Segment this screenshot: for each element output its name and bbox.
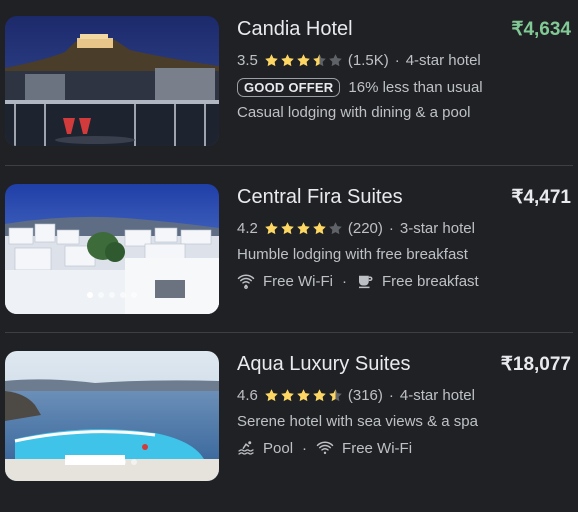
- separator: ·: [302, 439, 308, 457]
- star-full-icon: [313, 222, 326, 235]
- rating-value: 4.2: [237, 220, 258, 237]
- carousel-dot[interactable]: [120, 459, 126, 465]
- star-full-icon: [297, 54, 310, 67]
- amenity-label: Free breakfast: [382, 272, 479, 290]
- hotel-card[interactable]: Central Fira Suites ₹4,471 4.2 (220) · 3…: [0, 184, 578, 314]
- amenity-label: Free Wi-Fi: [342, 439, 413, 457]
- star-full-icon: [265, 389, 278, 402]
- amenities-row: Pool · Free Wi-Fi: [237, 439, 412, 457]
- carousel-dot[interactable]: [98, 292, 104, 298]
- hotel-price: ₹4,634: [511, 19, 571, 40]
- hotel-description: Serene hotel with sea views & a spa: [237, 413, 478, 430]
- carousel-dot[interactable]: [120, 292, 126, 298]
- carousel-dot[interactable]: [109, 292, 115, 298]
- star-rating: [264, 53, 344, 68]
- review-count: (220): [347, 220, 383, 237]
- hotel-photo[interactable]: [5, 351, 219, 481]
- hotel-price: ₹4,471: [511, 187, 571, 208]
- photo-carousel-dots[interactable]: [5, 292, 219, 298]
- star-empty-icon: [329, 222, 342, 235]
- carousel-dot[interactable]: [87, 459, 93, 465]
- pool-icon: [238, 441, 254, 455]
- breakfast-icon: [359, 275, 373, 289]
- rating-value: 3.5: [237, 52, 258, 69]
- review-count: (316): [347, 387, 383, 404]
- rating-row: 4.6 (316) · 4-star hotel: [237, 387, 475, 404]
- star-empty-icon: [329, 54, 342, 67]
- star-rating: [264, 221, 344, 236]
- rating-value: 4.6: [237, 387, 258, 404]
- amenity-label: Pool: [263, 439, 294, 457]
- photo-carousel-dots[interactable]: [5, 459, 219, 465]
- star-full-icon: [281, 222, 294, 235]
- divider: [5, 332, 573, 333]
- star-full-icon: [265, 222, 278, 235]
- amenities-row: Free Wi-Fi · Free breakfast: [237, 272, 479, 290]
- star-half-icon: [313, 54, 326, 67]
- star-full-icon: [281, 54, 294, 67]
- hotel-photo[interactable]: [5, 184, 219, 314]
- offer-row: GOOD OFFER 16% less than usual: [237, 78, 483, 97]
- offer-text: 16% less than usual: [348, 79, 483, 96]
- separator: ·: [388, 220, 394, 237]
- hotel-price: ₹18,077: [500, 354, 571, 375]
- hotel-description: Humble lodging with free breakfast: [237, 246, 468, 263]
- hotel-class: 3-star hotel: [399, 220, 475, 237]
- hotel-description: Casual lodging with dining & a pool: [237, 104, 471, 121]
- hotel-card[interactable]: Candia Hotel ₹4,634 3.5 (1.5K) · 4-star …: [0, 16, 578, 146]
- star-full-icon: [297, 389, 310, 402]
- divider: [5, 165, 573, 166]
- separator: ·: [342, 272, 347, 290]
- star-full-icon: [313, 389, 326, 402]
- carousel-dot[interactable]: [98, 459, 104, 465]
- good-offer-badge: GOOD OFFER: [237, 78, 341, 97]
- hotel-name[interactable]: Central Fira Suites: [237, 186, 403, 209]
- star-half-icon: [329, 389, 342, 402]
- hotel-name[interactable]: Candia Hotel: [237, 18, 353, 41]
- wifi-icon: [237, 274, 255, 289]
- carousel-dot[interactable]: [87, 292, 93, 298]
- amenity-label: Free Wi-Fi: [263, 272, 333, 290]
- rating-row: 4.2 (220) · 3-star hotel: [237, 220, 475, 237]
- hotel-photo[interactable]: [5, 16, 219, 146]
- star-full-icon: [297, 222, 310, 235]
- hotel-card[interactable]: Aqua Luxury Suites ₹18,077 4.6 (316) · 4…: [0, 351, 578, 481]
- carousel-dot[interactable]: [109, 459, 115, 465]
- carousel-dot[interactable]: [131, 292, 137, 298]
- rating-row: 3.5 (1.5K) · 4-star hotel: [237, 52, 481, 69]
- star-rating: [264, 388, 344, 403]
- hotel-results-list: Candia Hotel ₹4,634 3.5 (1.5K) · 4-star …: [0, 0, 578, 512]
- review-count: (1.5K): [347, 52, 389, 69]
- star-full-icon: [265, 54, 278, 67]
- star-full-icon: [281, 389, 294, 402]
- hotel-name[interactable]: Aqua Luxury Suites: [237, 353, 410, 376]
- separator: ·: [388, 387, 394, 404]
- carousel-dot[interactable]: [131, 459, 137, 465]
- separator: ·: [394, 52, 400, 69]
- hotel-class: 4-star hotel: [399, 387, 475, 404]
- wifi-icon: [316, 441, 334, 455]
- hotel-class: 4-star hotel: [405, 52, 481, 69]
